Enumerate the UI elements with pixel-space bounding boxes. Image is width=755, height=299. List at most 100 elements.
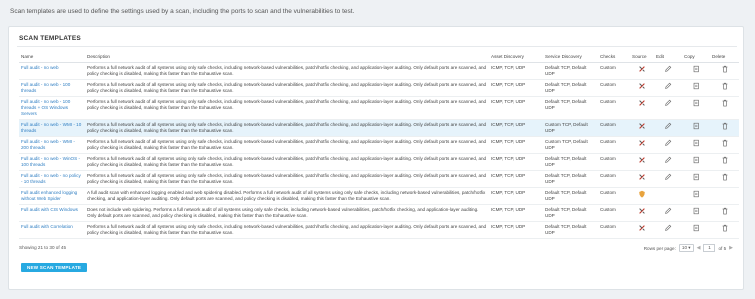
rapid7-source-icon-cell [630, 170, 654, 188]
edit-pencil-icon[interactable] [664, 156, 672, 164]
copy-icon[interactable] [692, 224, 700, 232]
column-header: Delete [710, 52, 739, 63]
template-description: Performs a full network audit of all sys… [85, 62, 489, 80]
edit-pencil-icon[interactable] [664, 99, 672, 107]
table-row[interactable]: Full audit - no web - WinOS - 100 thread… [19, 153, 739, 171]
column-header[interactable]: Asset Discovery [489, 52, 543, 63]
copy-icon[interactable] [692, 207, 700, 215]
template-name-link[interactable]: Full audit - no web - 100 threads + OS W… [19, 96, 85, 120]
edit-pencil-icon[interactable] [664, 139, 672, 147]
trash-icon-cell [710, 119, 739, 137]
asset-discovery: ICMP, TCP, UDP [489, 62, 543, 80]
edit-pencil-icon[interactable] [664, 122, 672, 130]
checks: Custom [598, 204, 630, 222]
checks: Custom [598, 79, 630, 97]
template-name-link[interactable]: Full audit - no web - WinOS - 100 thread… [19, 153, 85, 171]
asset-discovery: ICMP, TCP, UDP [489, 170, 543, 188]
template-name-link[interactable]: Full audit enhanced logging without Web … [19, 187, 85, 205]
rapid7-source-icon [638, 82, 646, 90]
table-row[interactable]: Full audit with Correlation Performs a fu… [19, 221, 739, 239]
table-row[interactable]: Full audit - no web - WMI - 10 threads Pe… [19, 119, 739, 137]
service-discovery: Default TCP, Default UDP [543, 153, 598, 171]
edit-pencil-icon[interactable] [664, 82, 672, 90]
copy-icon[interactable] [692, 82, 700, 90]
rows-per-page-label: Rows per page: [643, 245, 676, 251]
rapid7-source-icon [638, 122, 646, 130]
template-name-link[interactable]: Full audit with CIS Windows [19, 204, 85, 222]
edit-pencil-icon-cell [654, 96, 682, 120]
table-row[interactable]: Full audit enhanced logging without Web … [19, 187, 739, 205]
copy-icon[interactable] [692, 65, 700, 73]
edit-pencil-icon[interactable] [664, 173, 672, 181]
template-name-link[interactable]: Full audit - no web - WMI - 10 threads [19, 119, 85, 137]
trash-icon[interactable] [721, 173, 729, 181]
template-name-link[interactable]: Full audit - no web [19, 62, 85, 80]
service-discovery: Default TCP, Default UDP [543, 221, 598, 239]
panel-title: SCAN TEMPLATES [17, 35, 736, 47]
edit-pencil-icon[interactable] [664, 224, 672, 232]
shield-icon [638, 190, 646, 198]
copy-icon-cell [682, 204, 710, 222]
checks: Custom [598, 119, 630, 137]
rapid7-source-icon [638, 224, 646, 232]
checks: Custom [598, 187, 630, 205]
pagination: Rows per page: 10 ▾ ◀ 1 of 5 ▶ [644, 244, 733, 252]
table-row[interactable]: Full audit - no web - WMI - 200 threads P… [19, 136, 739, 154]
trash-icon[interactable] [721, 82, 729, 90]
template-name-link[interactable]: Full audit - no web - no policy - 10 thr… [19, 170, 85, 188]
prev-page-icon[interactable]: ◀ [697, 245, 701, 251]
table-row[interactable]: Full audit with CIS Windows Does not incl… [19, 204, 739, 222]
service-discovery: Custom TCP, Default UDP [543, 136, 598, 154]
new-scan-template-button[interactable]: NEW SCAN TEMPLATE [21, 263, 88, 272]
edit-pencil-icon[interactable] [664, 207, 672, 215]
template-description: Performs a full network audit of all sys… [85, 96, 489, 120]
trash-icon[interactable] [721, 65, 729, 73]
trash-icon[interactable] [721, 122, 729, 130]
copy-icon-cell [682, 96, 710, 120]
table-row[interactable]: Full audit - no web - no policy - 10 thr… [19, 170, 739, 188]
template-name-link[interactable]: Full audit - no web - WMI - 200 threads [19, 136, 85, 154]
copy-icon[interactable] [692, 190, 700, 198]
copy-icon-cell [682, 62, 710, 80]
copy-icon[interactable] [692, 173, 700, 181]
rapid7-source-icon-cell [630, 136, 654, 154]
trash-icon[interactable] [721, 139, 729, 147]
asset-discovery: ICMP, TCP, UDP [489, 204, 543, 222]
template-description: Performs a full network audit of all sys… [85, 119, 489, 137]
template-description: Does not include web spidering. Performs… [85, 204, 489, 222]
copy-icon[interactable] [692, 139, 700, 147]
asset-discovery: ICMP, TCP, UDP [489, 136, 543, 154]
checks: Custom [598, 62, 630, 80]
checks: Custom [598, 136, 630, 154]
template-name-link[interactable]: Full audit - no web - 100 threads [19, 79, 85, 97]
trash-icon[interactable] [721, 224, 729, 232]
trash-icon-cell [710, 170, 739, 188]
trash-icon-cell [710, 221, 739, 239]
trash-icon[interactable] [721, 156, 729, 164]
table-header-row: Name Description Asset Discovery Service Di… [19, 52, 739, 63]
copy-icon[interactable] [692, 99, 700, 107]
rapid7-source-icon-cell [630, 153, 654, 171]
copy-icon[interactable] [692, 156, 700, 164]
copy-icon[interactable] [692, 122, 700, 130]
template-description: Performs a full network audit of all sys… [85, 221, 489, 239]
page-input[interactable]: 1 [703, 244, 716, 252]
table-row[interactable]: Full audit - no web Performs a full netwo… [19, 62, 739, 80]
edit-pencil-icon[interactable] [664, 65, 672, 73]
next-page-icon[interactable]: ▶ [729, 245, 733, 251]
table-row[interactable]: Full audit - no web - 100 threads Perform… [19, 79, 739, 97]
template-name-link[interactable]: Full audit with Correlation [19, 221, 85, 239]
column-header[interactable]: Name [19, 52, 85, 63]
template-description: Performs a full network audit of all sys… [85, 136, 489, 154]
trash-icon[interactable] [721, 99, 729, 107]
column-header[interactable]: Description [85, 52, 489, 63]
edit-pencil-icon-cell [654, 221, 682, 239]
table-row[interactable]: Full audit - no web - 100 threads + OS W… [19, 96, 739, 120]
trash-icon[interactable] [721, 207, 729, 215]
column-header[interactable]: Service Discovery [543, 52, 598, 63]
showing-count: Showing 21 to 30 of 45 [19, 245, 66, 250]
column-header: Copy [682, 52, 710, 63]
rows-per-page-select[interactable]: 10 ▾ [678, 244, 694, 252]
column-header[interactable]: Checks [598, 52, 630, 63]
service-discovery: Default TCP, Default UDP [543, 187, 598, 205]
